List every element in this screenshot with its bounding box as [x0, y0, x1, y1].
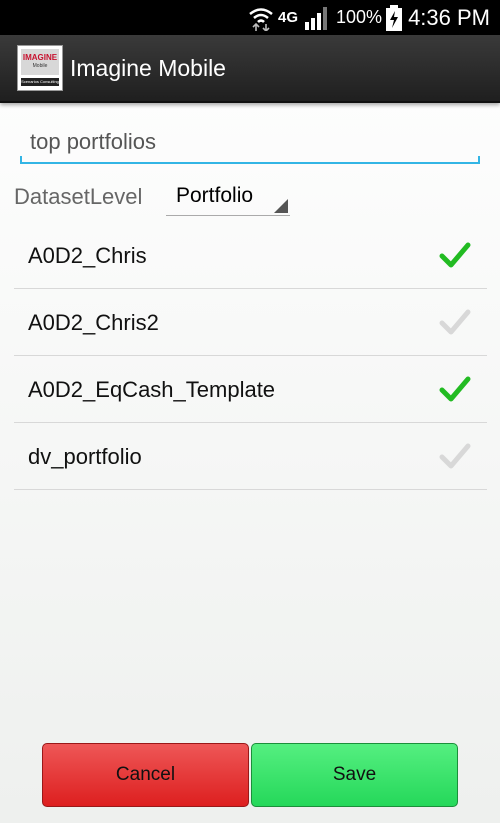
cancel-button[interactable]: Cancel	[42, 743, 249, 807]
list-item[interactable]: dv_portfolio	[14, 423, 487, 490]
checkmark-icon[interactable]	[439, 442, 471, 470]
portfolio-name: A0D2_Chris2	[28, 310, 159, 335]
portfolio-name: dv_portfolio	[28, 444, 142, 469]
list-item[interactable]: A0D2_Chris2	[14, 289, 487, 356]
status-bar: 4G 100% 4:36 PM	[0, 0, 500, 35]
dataset-level-value: Portfolio	[176, 184, 254, 207]
portfolio-name: A0D2_Chris	[28, 243, 147, 268]
signal-strength-icon	[305, 6, 328, 30]
network-type-label: 4G	[278, 9, 299, 26]
search-underline-right	[478, 156, 480, 164]
logo-brand-text: IMAGINE	[22, 53, 58, 62]
dropdown-triangle-icon	[274, 199, 288, 213]
search-input[interactable]	[20, 122, 480, 164]
dataset-level-label: DatasetLevel	[14, 184, 143, 209]
search-underline-left	[20, 156, 22, 164]
action-bar: IMAGINE Mobile Scenarios Consulting Imag…	[0, 35, 500, 103]
battery-charging-icon	[386, 4, 403, 31]
logo-footer-text: Scenarios Consulting	[21, 78, 59, 86]
clock: 4:36 PM	[408, 4, 490, 30]
checkmark-icon[interactable]	[439, 375, 471, 403]
portfolio-name: A0D2_EqCash_Template	[28, 377, 276, 402]
list-item[interactable]: A0D2_Chris	[14, 222, 487, 289]
portfolio-list: A0D2_Chris A0D2_Chris2 A0D2_EqCash_Templ…	[14, 222, 487, 490]
app-title: Imagine Mobile	[70, 54, 226, 81]
dataset-level-dropdown[interactable]: Portfolio	[166, 180, 290, 216]
battery-percentage: 100%	[336, 7, 383, 27]
checkmark-icon[interactable]	[439, 241, 471, 269]
wifi-icon	[249, 7, 273, 31]
save-button[interactable]: Save	[251, 743, 458, 807]
checkmark-icon[interactable]	[439, 308, 471, 336]
list-item[interactable]: A0D2_EqCash_Template	[14, 356, 487, 423]
app-logo[interactable]: IMAGINE Mobile Scenarios Consulting	[17, 45, 63, 91]
logo-sub-text: Mobile	[32, 63, 48, 69]
